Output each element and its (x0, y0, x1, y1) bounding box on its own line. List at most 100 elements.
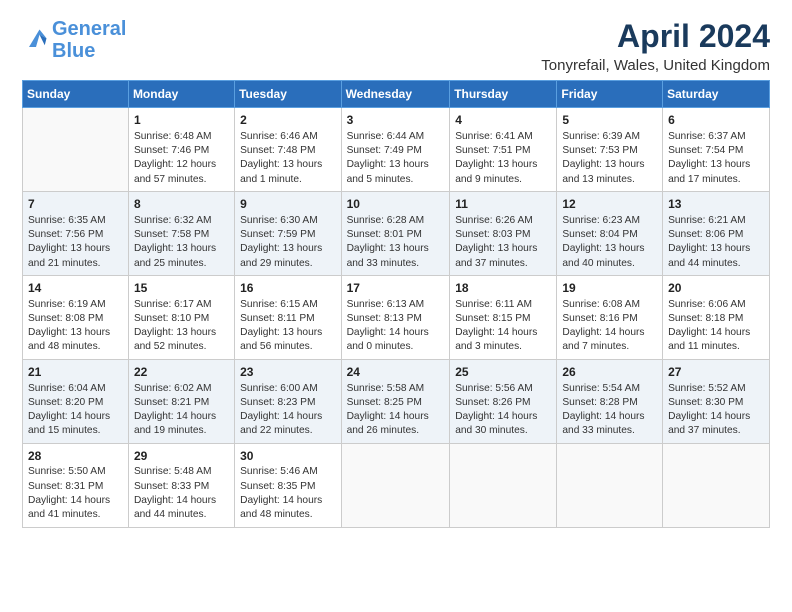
calendar-cell: 11Sunrise: 6:26 AM Sunset: 8:03 PM Dayli… (450, 191, 557, 275)
day-number: 11 (455, 196, 551, 213)
calendar-cell: 22Sunrise: 6:02 AM Sunset: 8:21 PM Dayli… (128, 359, 234, 443)
calendar-cell: 29Sunrise: 5:48 AM Sunset: 8:33 PM Dayli… (128, 443, 234, 527)
day-number: 17 (347, 280, 445, 297)
day-number: 13 (668, 196, 764, 213)
day-number: 4 (455, 112, 551, 129)
day-number: 10 (347, 196, 445, 213)
calendar-cell: 8Sunrise: 6:32 AM Sunset: 7:58 PM Daylig… (128, 191, 234, 275)
calendar-cell: 26Sunrise: 5:54 AM Sunset: 8:28 PM Dayli… (557, 359, 663, 443)
calendar-body: 1Sunrise: 6:48 AM Sunset: 7:46 PM Daylig… (23, 108, 770, 528)
day-number: 14 (28, 280, 123, 297)
day-info: Sunrise: 6:41 AM Sunset: 7:51 PM Dayligh… (455, 130, 551, 187)
day-number: 5 (562, 112, 657, 129)
day-info: Sunrise: 5:58 AM Sunset: 8:25 PM Dayligh… (347, 382, 445, 439)
day-info: Sunrise: 6:26 AM Sunset: 8:03 PM Dayligh… (455, 214, 551, 271)
calendar-cell: 12Sunrise: 6:23 AM Sunset: 8:04 PM Dayli… (557, 191, 663, 275)
day-number: 8 (134, 196, 229, 213)
day-info: Sunrise: 6:28 AM Sunset: 8:01 PM Dayligh… (347, 214, 445, 271)
column-header-thursday: Thursday (450, 81, 557, 108)
day-info: Sunrise: 5:54 AM Sunset: 8:28 PM Dayligh… (562, 382, 657, 439)
day-info: Sunrise: 6:48 AM Sunset: 7:46 PM Dayligh… (134, 130, 229, 187)
day-info: Sunrise: 6:39 AM Sunset: 7:53 PM Dayligh… (562, 130, 657, 187)
calendar-cell: 25Sunrise: 5:56 AM Sunset: 8:26 PM Dayli… (450, 359, 557, 443)
day-info: Sunrise: 6:02 AM Sunset: 8:21 PM Dayligh… (134, 382, 229, 439)
column-header-monday: Monday (128, 81, 234, 108)
week-row-1: 7Sunrise: 6:35 AM Sunset: 7:56 PM Daylig… (23, 191, 770, 275)
calendar-cell: 1Sunrise: 6:48 AM Sunset: 7:46 PM Daylig… (128, 108, 234, 192)
week-row-2: 14Sunrise: 6:19 AM Sunset: 8:08 PM Dayli… (23, 275, 770, 359)
calendar-cell: 17Sunrise: 6:13 AM Sunset: 8:13 PM Dayli… (341, 275, 450, 359)
calendar-cell: 20Sunrise: 6:06 AM Sunset: 8:18 PM Dayli… (663, 275, 770, 359)
day-number: 12 (562, 196, 657, 213)
day-info: Sunrise: 6:13 AM Sunset: 8:13 PM Dayligh… (347, 298, 445, 355)
column-header-saturday: Saturday (663, 81, 770, 108)
header-row: SundayMondayTuesdayWednesdayThursdayFrid… (23, 81, 770, 108)
day-number: 19 (562, 280, 657, 297)
calendar-cell: 5Sunrise: 6:39 AM Sunset: 7:53 PM Daylig… (557, 108, 663, 192)
calendar-cell: 24Sunrise: 5:58 AM Sunset: 8:25 PM Dayli… (341, 359, 450, 443)
week-row-3: 21Sunrise: 6:04 AM Sunset: 8:20 PM Dayli… (23, 359, 770, 443)
calendar-cell: 7Sunrise: 6:35 AM Sunset: 7:56 PM Daylig… (23, 191, 129, 275)
day-number: 24 (347, 364, 445, 381)
column-header-wednesday: Wednesday (341, 81, 450, 108)
day-number: 15 (134, 280, 229, 297)
day-number: 7 (28, 196, 123, 213)
day-info: Sunrise: 6:37 AM Sunset: 7:54 PM Dayligh… (668, 130, 764, 187)
day-info: Sunrise: 6:30 AM Sunset: 7:59 PM Dayligh… (240, 214, 335, 271)
day-info: Sunrise: 5:56 AM Sunset: 8:26 PM Dayligh… (455, 382, 551, 439)
day-info: Sunrise: 6:19 AM Sunset: 8:08 PM Dayligh… (28, 298, 123, 355)
day-info: Sunrise: 6:46 AM Sunset: 7:48 PM Dayligh… (240, 130, 335, 187)
subtitle: Tonyrefail, Wales, United Kingdom (541, 57, 770, 74)
calendar-cell (557, 443, 663, 527)
calendar-cell: 28Sunrise: 5:50 AM Sunset: 8:31 PM Dayli… (23, 443, 129, 527)
calendar-cell: 21Sunrise: 6:04 AM Sunset: 8:20 PM Dayli… (23, 359, 129, 443)
calendar-cell: 4Sunrise: 6:41 AM Sunset: 7:51 PM Daylig… (450, 108, 557, 192)
day-info: Sunrise: 6:23 AM Sunset: 8:04 PM Dayligh… (562, 214, 657, 271)
calendar-cell (663, 443, 770, 527)
header: General Blue April 2024 Tonyrefail, Wale… (22, 18, 770, 74)
day-number: 9 (240, 196, 335, 213)
day-number: 18 (455, 280, 551, 297)
calendar-cell: 14Sunrise: 6:19 AM Sunset: 8:08 PM Dayli… (23, 275, 129, 359)
column-header-sunday: Sunday (23, 81, 129, 108)
day-info: Sunrise: 6:21 AM Sunset: 8:06 PM Dayligh… (668, 214, 764, 271)
day-info: Sunrise: 5:46 AM Sunset: 8:35 PM Dayligh… (240, 465, 335, 522)
calendar-cell: 10Sunrise: 6:28 AM Sunset: 8:01 PM Dayli… (341, 191, 450, 275)
day-info: Sunrise: 6:17 AM Sunset: 8:10 PM Dayligh… (134, 298, 229, 355)
calendar-cell: 27Sunrise: 5:52 AM Sunset: 8:30 PM Dayli… (663, 359, 770, 443)
day-number: 6 (668, 112, 764, 129)
calendar-table: SundayMondayTuesdayWednesdayThursdayFrid… (22, 80, 770, 528)
day-info: Sunrise: 6:15 AM Sunset: 8:11 PM Dayligh… (240, 298, 335, 355)
day-number: 26 (562, 364, 657, 381)
day-info: Sunrise: 6:44 AM Sunset: 7:49 PM Dayligh… (347, 130, 445, 187)
calendar-cell: 3Sunrise: 6:44 AM Sunset: 7:49 PM Daylig… (341, 108, 450, 192)
day-info: Sunrise: 5:50 AM Sunset: 8:31 PM Dayligh… (28, 465, 123, 522)
day-number: 21 (28, 364, 123, 381)
day-number: 28 (28, 448, 123, 465)
day-info: Sunrise: 6:06 AM Sunset: 8:18 PM Dayligh… (668, 298, 764, 355)
main-title: April 2024 (541, 18, 770, 55)
logo-general: General (52, 18, 126, 40)
calendar-cell: 23Sunrise: 6:00 AM Sunset: 8:23 PM Dayli… (235, 359, 341, 443)
day-info: Sunrise: 6:00 AM Sunset: 8:23 PM Dayligh… (240, 382, 335, 439)
week-row-4: 28Sunrise: 5:50 AM Sunset: 8:31 PM Dayli… (23, 443, 770, 527)
logo-area: General Blue (22, 18, 126, 62)
day-number: 27 (668, 364, 764, 381)
day-info: Sunrise: 6:32 AM Sunset: 7:58 PM Dayligh… (134, 214, 229, 271)
calendar-cell: 2Sunrise: 6:46 AM Sunset: 7:48 PM Daylig… (235, 108, 341, 192)
column-header-friday: Friday (557, 81, 663, 108)
logo-blue: Blue (52, 40, 95, 62)
page: General Blue April 2024 Tonyrefail, Wale… (0, 0, 792, 612)
day-number: 22 (134, 364, 229, 381)
day-number: 3 (347, 112, 445, 129)
calendar-cell (450, 443, 557, 527)
day-info: Sunrise: 5:48 AM Sunset: 8:33 PM Dayligh… (134, 465, 229, 522)
logo-text: General Blue (52, 18, 126, 62)
calendar-cell: 9Sunrise: 6:30 AM Sunset: 7:59 PM Daylig… (235, 191, 341, 275)
day-number: 16 (240, 280, 335, 297)
day-info: Sunrise: 6:04 AM Sunset: 8:20 PM Dayligh… (28, 382, 123, 439)
day-number: 20 (668, 280, 764, 297)
calendar-cell: 30Sunrise: 5:46 AM Sunset: 8:35 PM Dayli… (235, 443, 341, 527)
day-info: Sunrise: 5:52 AM Sunset: 8:30 PM Dayligh… (668, 382, 764, 439)
calendar-cell: 18Sunrise: 6:11 AM Sunset: 8:15 PM Dayli… (450, 275, 557, 359)
